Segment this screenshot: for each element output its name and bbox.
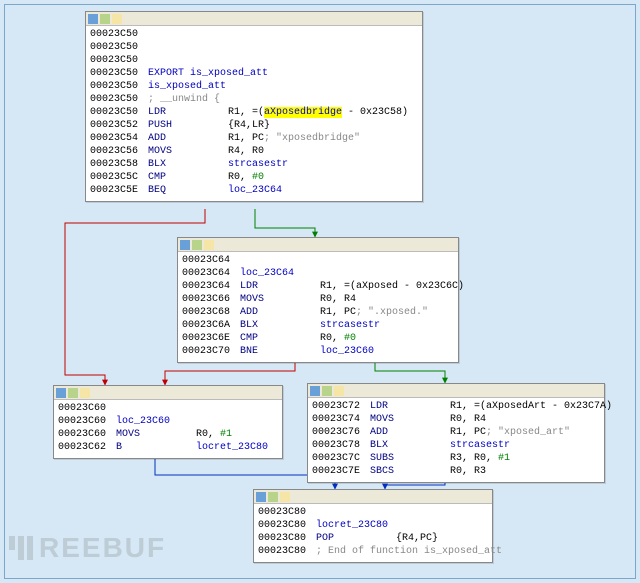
block-titlebar [254, 490, 492, 504]
code-line: 00023C78BLXstrcasestr [312, 439, 600, 452]
code-line: 00023C80 [258, 506, 488, 519]
code-line: 00023C52PUSH{R4,LR} [90, 119, 418, 132]
code-line: 00023C64LDRR1, =(aXposed - 0x23C6C) [182, 280, 454, 293]
window-icons [310, 386, 322, 396]
code-line: 00023C5CCMPR0, #0 [90, 171, 418, 184]
block-00023C60[interactable]: 00023C6000023C60loc_23C6000023C60MOVSR0,… [53, 385, 283, 459]
code-line: 00023C72LDRR1, =(aXposedArt - 0x23C7A) [312, 400, 600, 413]
code-line: 00023C70BNEloc_23C60 [182, 345, 454, 358]
code-line: 00023C58BLXstrcasestr [90, 158, 418, 171]
block-titlebar [86, 12, 422, 26]
block-body: 00023C5000023C5000023C5000023C50EXPORT i… [86, 26, 422, 201]
block-body: 00023C6400023C64loc_23C6400023C64LDRR1, … [178, 252, 458, 362]
code-line: 00023C80; End of function is_xposed_att [258, 545, 488, 558]
code-line: 00023C62Blocret_23C80 [58, 441, 278, 454]
code-line: 00023C6ECMPR0, #0 [182, 332, 454, 345]
block-titlebar [178, 238, 458, 252]
watermark-text: REEBUF [39, 532, 166, 564]
window-icons [180, 240, 192, 250]
code-line: 00023C7CSUBSR3, R0, #1 [312, 452, 600, 465]
code-line: 00023C68ADDR1, PC ; ".xposed." [182, 306, 454, 319]
code-line: 00023C50 [90, 28, 418, 41]
block-00023C50[interactable]: 00023C5000023C5000023C5000023C50EXPORT i… [85, 11, 423, 202]
block-titlebar [308, 384, 604, 398]
code-line: 00023C50EXPORT is_xposed_att [90, 67, 418, 80]
graph-canvas[interactable]: 00023C5000023C5000023C5000023C50EXPORT i… [4, 4, 636, 579]
code-line: 00023C60 [58, 402, 278, 415]
block-body: 00023C6000023C60loc_23C6000023C60MOVSR0,… [54, 400, 282, 458]
window-icons [88, 14, 100, 24]
code-line: 00023C54ADDR1, PC ; "xposedbridge" [90, 132, 418, 145]
block-body: 00023C8000023C80locret_23C8000023C80POP{… [254, 504, 492, 562]
code-line: 00023C66MOVSR0, R4 [182, 293, 454, 306]
code-line: 00023C50is_xposed_att [90, 80, 418, 93]
code-line: 00023C50LDRR1, =(aXposedbridge - 0x23C58… [90, 106, 418, 119]
block-00023C80[interactable]: 00023C8000023C80locret_23C8000023C80POP{… [253, 489, 493, 563]
block-00023C72[interactable]: 00023C72LDRR1, =(aXposedArt - 0x23C7A)00… [307, 383, 605, 483]
code-line: 00023C60loc_23C60 [58, 415, 278, 428]
code-line: 00023C74MOVSR0, R4 [312, 413, 600, 426]
window-icons [256, 492, 268, 502]
code-line: 00023C7ESBCSR0, R3 [312, 465, 600, 478]
block-00023C64[interactable]: 00023C6400023C64loc_23C6400023C64LDRR1, … [177, 237, 459, 363]
code-line: 00023C80locret_23C80 [258, 519, 488, 532]
window-icons [56, 388, 68, 398]
code-line: 00023C50 [90, 54, 418, 67]
code-line: 00023C64loc_23C64 [182, 267, 454, 280]
block-titlebar [54, 386, 282, 400]
code-line: 00023C80POP{R4,PC} [258, 532, 488, 545]
code-line: 00023C76ADDR1, PC ; "xposed_art" [312, 426, 600, 439]
code-line: 00023C50 [90, 41, 418, 54]
block-body: 00023C72LDRR1, =(aXposedArt - 0x23C7A)00… [308, 398, 604, 482]
code-line: 00023C56MOVSR4, R0 [90, 145, 418, 158]
code-line: 00023C6ABLXstrcasestr [182, 319, 454, 332]
watermark-logo-icon [9, 536, 33, 560]
code-line: 00023C5EBEQloc_23C64 [90, 184, 418, 197]
code-line: 00023C60MOVSR0, #1 [58, 428, 278, 441]
watermark: REEBUF [9, 532, 166, 564]
code-line: 00023C64 [182, 254, 454, 267]
code-line: 00023C50; __unwind { [90, 93, 418, 106]
